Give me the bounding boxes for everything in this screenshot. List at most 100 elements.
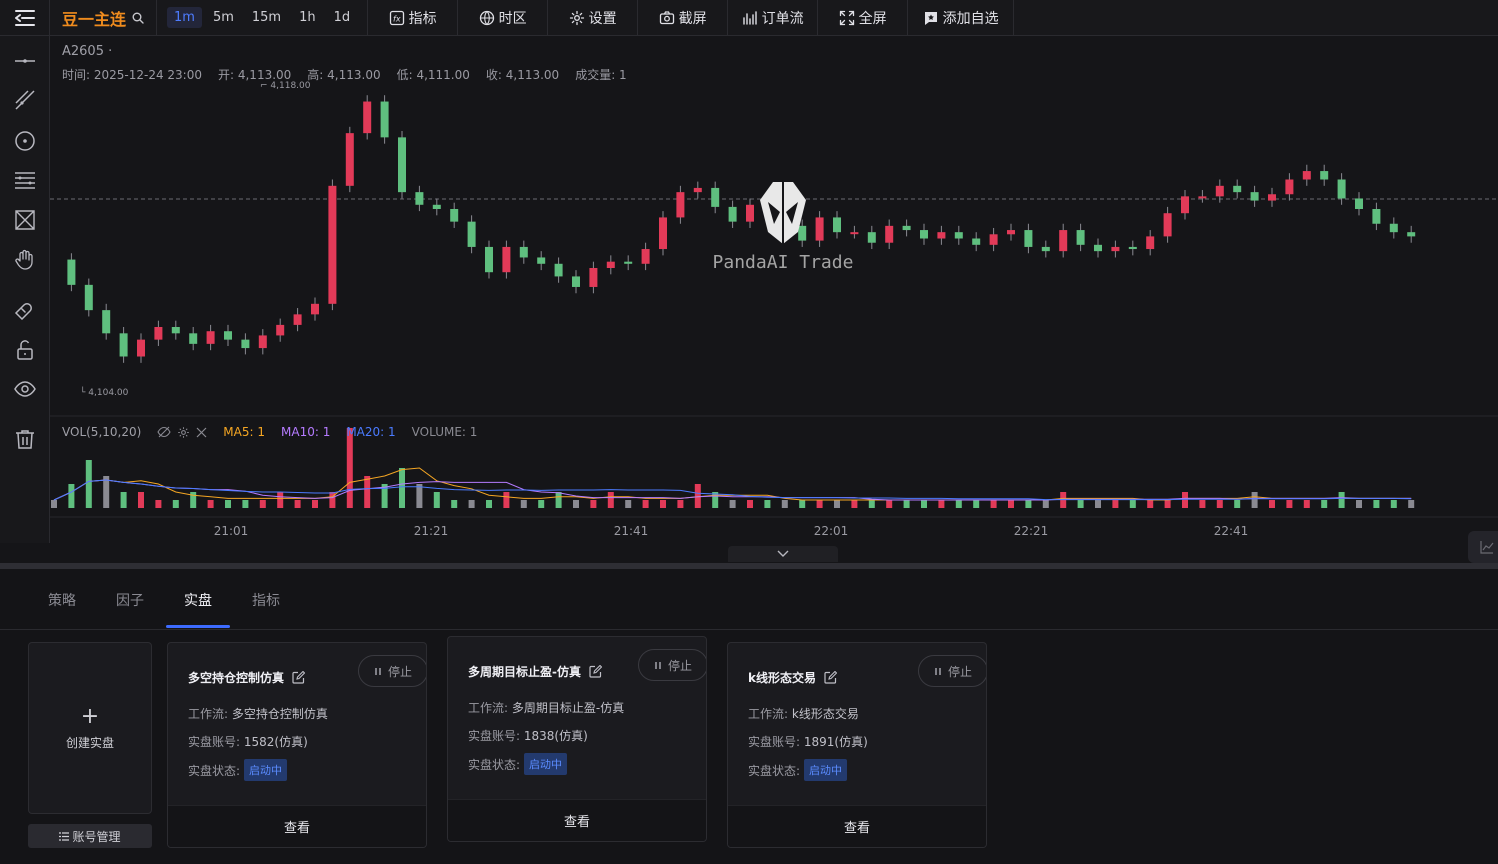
volume-bar[interactable] (1303, 500, 1310, 508)
candle-body[interactable] (1181, 196, 1189, 214)
volume-bar[interactable] (677, 500, 684, 508)
edit-icon[interactable] (292, 671, 306, 684)
volume-bar[interactable] (973, 500, 980, 508)
view-button[interactable]: 查看 (168, 805, 426, 847)
orderflow-button[interactable]: 订单流 (728, 0, 819, 36)
volume-bar[interactable] (1025, 500, 1032, 508)
volume-bar[interactable] (103, 476, 110, 508)
volume-bar[interactable] (1182, 492, 1188, 508)
candle-body[interactable] (224, 331, 232, 340)
candle-body[interactable] (1024, 230, 1033, 247)
magnet-tool[interactable] (11, 294, 39, 322)
settings-button[interactable]: 设置 (548, 0, 639, 36)
volume-bar[interactable] (955, 500, 962, 508)
candle-body[interactable] (676, 192, 685, 218)
candle-body[interactable] (989, 234, 998, 245)
candle-body[interactable] (885, 225, 894, 243)
candle-body[interactable] (954, 232, 963, 239)
candle-body[interactable] (1302, 171, 1311, 180)
volume-bar[interactable] (694, 484, 701, 508)
candle-body[interactable] (728, 206, 737, 222)
candle-body[interactable] (1094, 244, 1102, 252)
delete-drawings-tool[interactable] (11, 425, 39, 453)
volume-bar[interactable] (120, 492, 127, 508)
volume-bar[interactable] (816, 500, 823, 508)
candle-body[interactable] (937, 232, 946, 239)
candle-body[interactable] (815, 217, 824, 241)
candle-body[interactable] (624, 261, 633, 264)
account-management-button[interactable]: 账号管理 (28, 824, 152, 848)
candle-body[interactable] (1389, 223, 1398, 233)
volume-bar[interactable] (85, 460, 92, 508)
volume-bar[interactable] (207, 500, 214, 508)
trend-line-tool[interactable] (11, 86, 39, 114)
candle-body[interactable] (432, 204, 441, 209)
volume-bar[interactable] (990, 500, 997, 508)
candlestick-chart[interactable] (50, 36, 1498, 543)
volume-bar[interactable] (1008, 500, 1014, 508)
tab-live-trading[interactable]: 实盘 (184, 590, 212, 610)
candle-body[interactable] (467, 221, 476, 247)
candle-body[interactable] (171, 327, 180, 334)
volume-bar[interactable] (1234, 500, 1241, 508)
candle-body[interactable] (102, 310, 111, 334)
candle-body[interactable] (1007, 230, 1015, 235)
volume-bar[interactable] (1251, 492, 1258, 508)
collapse-chart-button[interactable] (728, 546, 838, 562)
candle-body[interactable] (763, 204, 772, 209)
candle-body[interactable] (1355, 198, 1363, 209)
volume-bar[interactable] (1042, 500, 1049, 508)
interval-1m[interactable]: 1m (167, 7, 202, 28)
screenshot-button[interactable]: 截屏 (638, 0, 729, 36)
volume-bar[interactable] (1216, 500, 1223, 508)
candle-body[interactable] (293, 314, 302, 325)
interval-15m[interactable]: 15m (245, 7, 288, 28)
volume-bar[interactable] (486, 500, 492, 508)
volume-bar[interactable] (834, 500, 840, 508)
volume-bar[interactable] (51, 500, 57, 508)
candle-body[interactable] (554, 263, 563, 277)
candle-body[interactable] (1268, 194, 1276, 201)
candle-body[interactable] (711, 187, 720, 207)
candle-body[interactable] (415, 192, 424, 205)
volume-bar[interactable] (764, 500, 771, 508)
volume-bar[interactable] (660, 500, 666, 508)
volume-bar[interactable] (1408, 500, 1415, 508)
volume-bar[interactable] (294, 500, 301, 508)
volume-bar[interactable] (138, 492, 144, 508)
add-watchlist-button[interactable]: 添加自选 (908, 0, 1015, 36)
volume-bar[interactable] (555, 492, 562, 508)
volume-bar[interactable] (433, 492, 440, 508)
candle-body[interactable] (833, 217, 841, 233)
volume-bar[interactable] (416, 484, 423, 508)
eye-off-icon[interactable] (157, 426, 171, 438)
volume-bar[interactable] (172, 500, 179, 508)
circle-tool[interactable] (11, 127, 39, 155)
volume-bar[interactable] (520, 500, 527, 508)
volume-bar[interactable] (1338, 492, 1345, 508)
volume-bar[interactable] (1321, 500, 1328, 508)
candle-body[interactable] (137, 339, 145, 357)
volume-bar[interactable] (329, 492, 336, 508)
view-button[interactable]: 查看 (728, 805, 986, 847)
candle-body[interactable] (450, 209, 459, 222)
indicator-button[interactable]: fx 指标 (368, 0, 459, 36)
candle-body[interactable] (850, 232, 859, 235)
volume-bar[interactable] (625, 500, 632, 508)
volume-bar[interactable] (747, 500, 753, 508)
chart-area[interactable]: A2605 · 时间: 2025-12-24 23:00 开: 4,113.00… (50, 36, 1498, 563)
tab-indicator[interactable]: 指标 (252, 590, 280, 610)
timezone-button[interactable]: 时区 (458, 0, 549, 36)
candle-body[interactable] (154, 327, 163, 340)
volume-bar[interactable] (938, 500, 945, 508)
fullscreen-button[interactable]: 全屏 (818, 0, 909, 36)
candle-body[interactable] (1233, 185, 1242, 193)
volume-bar[interactable] (312, 500, 318, 508)
interval-5m[interactable]: 5m (206, 7, 241, 28)
lock-tool[interactable] (11, 336, 39, 364)
stop-button[interactable]: 停止 (358, 655, 426, 687)
pattern-tool[interactable] (11, 206, 39, 234)
candle-body[interactable] (363, 101, 372, 134)
interval-1h[interactable]: 1h (292, 7, 323, 28)
candle-body[interactable] (798, 225, 807, 241)
